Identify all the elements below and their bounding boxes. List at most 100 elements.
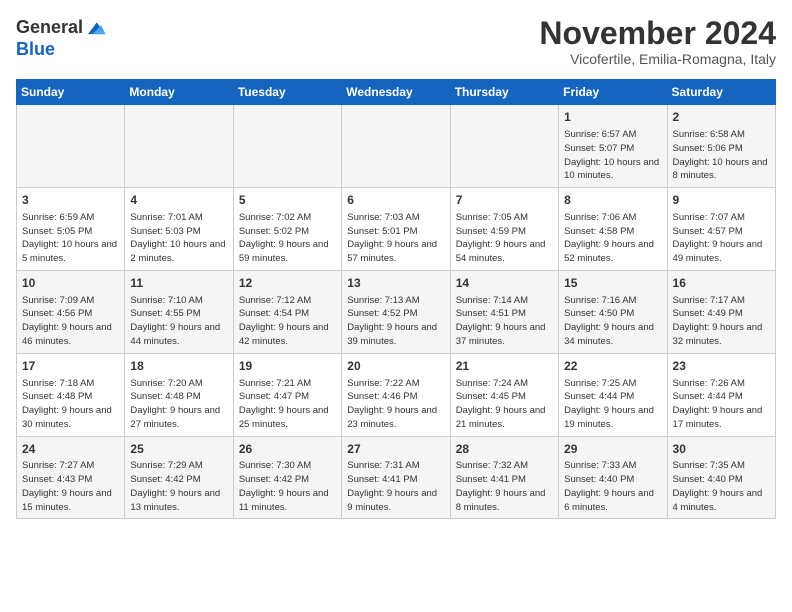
day-number: 29 bbox=[564, 441, 661, 458]
day-number: 1 bbox=[564, 109, 661, 126]
calendar-cell: 1 Sunrise: 6:57 AM Sunset: 5:07 PM Daylig… bbox=[559, 105, 667, 188]
day-info: Sunrise: 7:14 AM Sunset: 4:51 PM Dayligh… bbox=[456, 294, 553, 349]
calendar-cell: 28Sunrise: 7:32 AM Sunset: 4:41 PM Dayli… bbox=[450, 436, 558, 519]
day-number: 5 bbox=[239, 192, 336, 209]
day-number: 15 bbox=[564, 275, 661, 292]
day-number: 13 bbox=[347, 275, 444, 292]
calendar-cell: 14 Sunrise: 7:14 AM Sunset: 4:51 PM Dayli… bbox=[450, 270, 558, 353]
calendar-cell bbox=[450, 105, 558, 188]
day-number: 17 bbox=[22, 358, 119, 375]
day-info: Sunrise: 7:30 AM Sunset: 4:42 PM Dayligh… bbox=[239, 459, 336, 514]
day-number: 21 bbox=[456, 358, 553, 375]
calendar-cell: 24Sunrise: 7:27 AM Sunset: 4:43 PM Dayli… bbox=[17, 436, 125, 519]
day-number: 9 bbox=[673, 192, 770, 209]
header-saturday: Saturday bbox=[667, 80, 775, 105]
week-row-5: 24Sunrise: 7:27 AM Sunset: 4:43 PM Dayli… bbox=[17, 436, 776, 519]
calendar-cell: 2Sunrise: 6:58 AM Sunset: 5:06 PM Daylig… bbox=[667, 105, 775, 188]
day-number: 2 bbox=[673, 109, 770, 126]
day-number: 23 bbox=[673, 358, 770, 375]
header-tuesday: Tuesday bbox=[233, 80, 341, 105]
calendar-cell: 3Sunrise: 6:59 AM Sunset: 5:05 PM Daylig… bbox=[17, 188, 125, 271]
day-info: Sunrise: 7:25 AM Sunset: 4:44 PM Dayligh… bbox=[564, 377, 661, 432]
calendar-cell: 12Sunrise: 7:12 AM Sunset: 4:54 PM Dayli… bbox=[233, 270, 341, 353]
week-row-3: 10 Sunrise: 7:09 AM Sunset: 4:56 PM Dayli… bbox=[17, 270, 776, 353]
day-number: 30 bbox=[673, 441, 770, 458]
day-number: 27 bbox=[347, 441, 444, 458]
day-info: Sunrise: 7:01 AM Sunset: 5:03 PM Dayligh… bbox=[130, 211, 227, 266]
logo: General Blue bbox=[16, 16, 107, 60]
day-number: 24 bbox=[22, 441, 119, 458]
title-block: November 2024 Vicofertile, Emilia-Romagn… bbox=[539, 16, 776, 67]
day-info: Sunrise: 7:27 AM Sunset: 4:43 PM Dayligh… bbox=[22, 459, 119, 514]
day-info: Sunrise: 7:07 AM Sunset: 4:57 PM Dayligh… bbox=[673, 211, 770, 266]
location-subtitle: Vicofertile, Emilia-Romagna, Italy bbox=[539, 51, 776, 67]
day-number: 20 bbox=[347, 358, 444, 375]
calendar-cell: 13Sunrise: 7:13 AM Sunset: 4:52 PM Dayli… bbox=[342, 270, 450, 353]
day-number: 26 bbox=[239, 441, 336, 458]
day-info: Sunrise: 7:10 AM Sunset: 4:55 PM Dayligh… bbox=[130, 294, 227, 349]
week-row-1: 1 Sunrise: 6:57 AM Sunset: 5:07 PM Daylig… bbox=[17, 105, 776, 188]
day-info: Sunrise: 7:16 AM Sunset: 4:50 PM Dayligh… bbox=[564, 294, 661, 349]
calendar-cell: 9 Sunrise: 7:07 AM Sunset: 4:57 PM Daylig… bbox=[667, 188, 775, 271]
day-number: 10 bbox=[22, 275, 119, 292]
calendar-cell: 23 Sunrise: 7:26 AM Sunset: 4:44 PM Dayli… bbox=[667, 353, 775, 436]
calendar-cell: 21Sunrise: 7:24 AM Sunset: 4:45 PM Dayli… bbox=[450, 353, 558, 436]
day-info: Sunrise: 7:03 AM Sunset: 5:01 PM Dayligh… bbox=[347, 211, 444, 266]
calendar-cell: 26Sunrise: 7:30 AM Sunset: 4:42 PM Dayli… bbox=[233, 436, 341, 519]
calendar-cell: 11 Sunrise: 7:10 AM Sunset: 4:55 PM Dayli… bbox=[125, 270, 233, 353]
day-info: Sunrise: 7:29 AM Sunset: 4:42 PM Dayligh… bbox=[130, 459, 227, 514]
day-info: Sunrise: 7:22 AM Sunset: 4:46 PM Dayligh… bbox=[347, 377, 444, 432]
day-info: Sunrise: 6:57 AM Sunset: 5:07 PM Dayligh… bbox=[564, 128, 661, 183]
day-number: 12 bbox=[239, 275, 336, 292]
header-thursday: Thursday bbox=[450, 80, 558, 105]
day-number: 3 bbox=[22, 192, 119, 209]
month-title: November 2024 bbox=[539, 16, 776, 51]
logo-text-general: General bbox=[16, 18, 83, 38]
day-info: Sunrise: 7:26 AM Sunset: 4:44 PM Dayligh… bbox=[673, 377, 770, 432]
logo-text-blue: Blue bbox=[16, 40, 107, 60]
calendar-table: SundayMondayTuesdayWednesdayThursdayFrid… bbox=[16, 79, 776, 519]
day-number: 16 bbox=[673, 275, 770, 292]
calendar-cell: 7 Sunrise: 7:05 AM Sunset: 4:59 PM Daylig… bbox=[450, 188, 558, 271]
calendar-cell: 20 Sunrise: 7:22 AM Sunset: 4:46 PM Dayli… bbox=[342, 353, 450, 436]
day-info: Sunrise: 7:32 AM Sunset: 4:41 PM Dayligh… bbox=[456, 459, 553, 514]
day-info: Sunrise: 7:02 AM Sunset: 5:02 PM Dayligh… bbox=[239, 211, 336, 266]
calendar-cell: 29Sunrise: 7:33 AM Sunset: 4:40 PM Dayli… bbox=[559, 436, 667, 519]
calendar-cell: 5 Sunrise: 7:02 AM Sunset: 5:02 PM Daylig… bbox=[233, 188, 341, 271]
calendar-header: SundayMondayTuesdayWednesdayThursdayFrid… bbox=[17, 80, 776, 105]
week-row-4: 17 Sunrise: 7:18 AM Sunset: 4:48 PM Dayli… bbox=[17, 353, 776, 436]
day-number: 19 bbox=[239, 358, 336, 375]
calendar-cell: 15 Sunrise: 7:16 AM Sunset: 4:50 PM Dayli… bbox=[559, 270, 667, 353]
calendar-cell bbox=[125, 105, 233, 188]
day-info: Sunrise: 7:17 AM Sunset: 4:49 PM Dayligh… bbox=[673, 294, 770, 349]
day-number: 7 bbox=[456, 192, 553, 209]
calendar-cell: 25Sunrise: 7:29 AM Sunset: 4:42 PM Dayli… bbox=[125, 436, 233, 519]
day-info: Sunrise: 7:20 AM Sunset: 4:48 PM Dayligh… bbox=[130, 377, 227, 432]
day-number: 25 bbox=[130, 441, 227, 458]
calendar-cell: 10 Sunrise: 7:09 AM Sunset: 4:56 PM Dayli… bbox=[17, 270, 125, 353]
calendar-cell: 17 Sunrise: 7:18 AM Sunset: 4:48 PM Dayli… bbox=[17, 353, 125, 436]
day-info: Sunrise: 7:35 AM Sunset: 4:40 PM Dayligh… bbox=[673, 459, 770, 514]
header-sunday: Sunday bbox=[17, 80, 125, 105]
calendar-cell: 8Sunrise: 7:06 AM Sunset: 4:58 PM Daylig… bbox=[559, 188, 667, 271]
day-info: Sunrise: 7:31 AM Sunset: 4:41 PM Dayligh… bbox=[347, 459, 444, 514]
header-row: SundayMondayTuesdayWednesdayThursdayFrid… bbox=[17, 80, 776, 105]
day-number: 28 bbox=[456, 441, 553, 458]
calendar-cell: 4Sunrise: 7:01 AM Sunset: 5:03 PM Daylig… bbox=[125, 188, 233, 271]
header-friday: Friday bbox=[559, 80, 667, 105]
day-number: 14 bbox=[456, 275, 553, 292]
day-info: Sunrise: 7:05 AM Sunset: 4:59 PM Dayligh… bbox=[456, 211, 553, 266]
calendar-cell: 19 Sunrise: 7:21 AM Sunset: 4:47 PM Dayli… bbox=[233, 353, 341, 436]
calendar-cell: 16 Sunrise: 7:17 AM Sunset: 4:49 PM Dayli… bbox=[667, 270, 775, 353]
day-info: Sunrise: 7:09 AM Sunset: 4:56 PM Dayligh… bbox=[22, 294, 119, 349]
header-monday: Monday bbox=[125, 80, 233, 105]
day-info: Sunrise: 7:21 AM Sunset: 4:47 PM Dayligh… bbox=[239, 377, 336, 432]
day-info: Sunrise: 7:06 AM Sunset: 4:58 PM Dayligh… bbox=[564, 211, 661, 266]
day-info: Sunrise: 7:33 AM Sunset: 4:40 PM Dayligh… bbox=[564, 459, 661, 514]
calendar-cell: 30Sunrise: 7:35 AM Sunset: 4:40 PM Dayli… bbox=[667, 436, 775, 519]
day-number: 11 bbox=[130, 275, 227, 292]
page-header: General Blue November 2024 Vicofertile, … bbox=[16, 16, 776, 67]
day-info: Sunrise: 7:18 AM Sunset: 4:48 PM Dayligh… bbox=[22, 377, 119, 432]
day-number: 6 bbox=[347, 192, 444, 209]
calendar-cell bbox=[233, 105, 341, 188]
